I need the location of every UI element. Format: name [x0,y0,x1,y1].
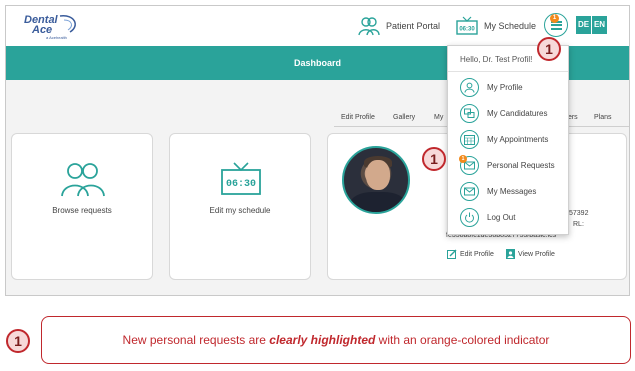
menu-item-my-appointments[interactable]: My Appointments [460,129,548,149]
mail-icon: 1 [459,154,479,175]
menu-item-log-out[interactable]: Log Out [460,207,515,227]
menu-item-label: My Candidatures [487,108,548,118]
user-dropdown-menu: Hello, Dr. Test Profil! My Profile My Ca… [447,45,569,235]
lang-en-button[interactable]: EN [592,16,607,34]
user-icon [460,77,479,97]
schedule-card-time: 06:30 [226,179,256,190]
note-text-highlight: clearly highlighted [269,333,376,347]
tab-gallery[interactable]: Gallery [393,114,415,121]
lang-de-button[interactable]: DE [576,16,591,34]
dropdown-divider [448,71,568,72]
menu-item-my-candidatures[interactable]: My Candidatures [460,103,547,123]
edit-profile-link[interactable]: Edit Profile [447,249,494,259]
personal-requests-badge: 1 [459,154,467,163]
tab-edit-profile[interactable]: Edit Profile [341,114,375,121]
patient-portal-link[interactable]: Patient Portal [358,16,440,36]
browse-patients-icon [61,163,105,197]
annotation-note: New personal requests are clearly highli… [41,316,631,364]
tv-schedule-icon: 06:30 [456,16,478,35]
top-bar: Dental Ace a Acehealth Patient Portal 06… [6,6,629,46]
dropdown-greeting: Hello, Dr. Test Profil! [460,55,533,64]
menu-item-label: My Profile [487,82,523,92]
profile-partial-url-label: RL: [573,221,584,228]
menu-item-label: My Messages [487,186,537,196]
my-schedule-label: My Schedule [484,21,537,31]
callout-marker-note: 1 [6,329,30,353]
schedule-icon-time: 06:30 [459,27,475,33]
menu-item-label: Personal Requests [487,160,555,170]
calendar-icon [460,129,479,149]
menu-item-label: My Appointments [487,134,549,144]
callout-marker-menu: 1 [537,37,561,61]
schedule-tv-icon: 06:30 [221,162,261,195]
candidatures-icon [460,103,479,123]
callout-marker-requests: 1 [422,147,446,171]
tab-plans[interactable]: Plans [594,114,612,121]
view-profile-label: View Profile [518,250,555,258]
menu-item-label: Log Out [487,212,516,222]
menu-item-personal-requests[interactable]: 1 Personal Requests [459,154,555,175]
patient-portal-label: Patient Portal [386,21,441,31]
my-schedule-link[interactable]: 06:30 My Schedule [456,16,536,36]
edit-schedule-card[interactable]: 06:30 Edit my schedule [169,133,311,280]
patients-icon [358,17,380,36]
profile-partial-id: 57392 [569,210,589,217]
menu-item-my-profile[interactable]: My Profile [460,77,523,97]
contact-card-icon [506,249,515,259]
note-text-before: New personal requests are [122,333,270,347]
edit-profile-label: Edit Profile [460,250,494,258]
edit-schedule-label: Edit my schedule [209,206,271,215]
tab-my[interactable]: My [434,114,443,121]
browse-requests-label: Browse requests [52,206,112,215]
edit-icon [447,249,457,259]
view-profile-link[interactable]: View Profile [506,249,555,259]
power-icon [460,207,479,227]
note-text-after: with an orange-colored indicator [375,333,550,347]
browse-requests-card[interactable]: Browse requests [11,133,153,280]
profile-avatar [342,146,410,214]
menu-notification-badge: 1 [550,14,559,23]
dental-ace-logo[interactable]: Dental Ace a Acehealth [20,12,80,40]
menu-item-my-messages[interactable]: My Messages [460,181,536,201]
messages-icon [460,181,479,201]
logo-line3: a Acehealth [46,35,67,40]
